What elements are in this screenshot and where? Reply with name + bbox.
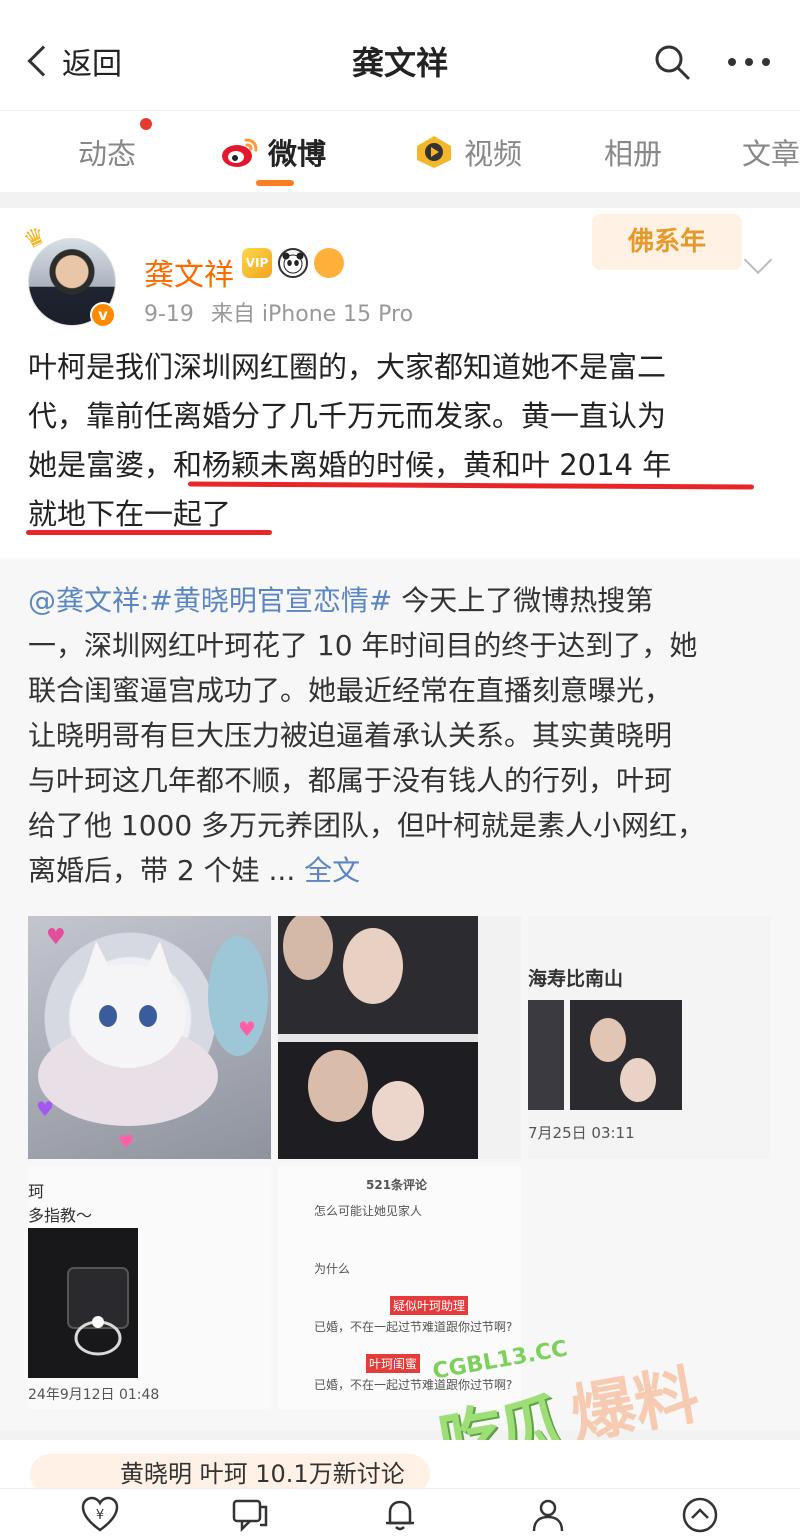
chevron-down-icon[interactable] [743,245,773,275]
active-tab-indicator [256,180,294,186]
repost-line-text: 离婚后，带 2 个娃 ... [28,854,305,887]
author-name[interactable]: 龚文祥 [144,250,234,294]
tab-label: 视频 [464,137,523,171]
comment-text: 已婚，不在一起过节难道跟你过节啊? [314,1320,513,1334]
couple-photo-illustration [278,916,521,1159]
profile-icon[interactable] [530,1495,570,1535]
comments-title: 521条评论 [366,1178,428,1192]
scroll-top-icon[interactable] [680,1495,720,1535]
ring-box-illustration [28,1228,138,1378]
user-badges: VIP [242,248,344,278]
svg-text:♥: ♥ [118,1132,134,1153]
tab-album[interactable]: 相册 [604,131,662,173]
weibo-logo-icon [222,138,258,167]
post-date: 9-19 [144,302,194,327]
image-date: 7月25日 03:11 [528,1124,635,1142]
bottom-toolbar: ¥ [0,1488,800,1538]
avatar[interactable]: ♛ v [19,221,116,328]
search-icon[interactable] [652,42,692,82]
image-ring-post[interactable]: 珂 多指教～ 24年9月12日 01:48 [28,1166,271,1409]
repost-mention-link[interactable]: @龚文祥:#黄晓明官宣恋情# [28,584,392,617]
repost-line: 给了他 1000 多万元养团队，但叶柯就是素人小网红， [28,809,706,842]
notification-dot [140,118,152,130]
notification-bell-icon[interactable] [380,1495,420,1535]
top-navbar: 返回 龚文祥 [0,0,800,110]
image-birthday-post[interactable]: 海寿比南山 7月25日 03:11 [528,916,771,1159]
tab-articles[interactable]: 文章 [742,131,800,173]
tab-label: 文章 [742,137,800,171]
image-caption: 珂 [28,1182,45,1201]
post-line: 代，靠前任离婚分了几千万元而发家。黄一直认为 [28,399,667,433]
svg-text:♥: ♥ [238,1017,256,1041]
repost-line-text: 今天上了微博热搜第 [392,584,654,617]
more-icon[interactable] [724,42,774,82]
repost-line: @龚文祥:#黄晓明官宣恋情# 今天上了微博热搜第 [28,578,776,623]
repost-line: 让晓明哥有巨大压力被迫逼着承认关系。其实黄晓明 [28,719,673,752]
tab-label: 微博 [268,137,327,171]
post-line: 叶柯是我们深圳网红圈的，大家都知道她不是富二 [28,350,667,384]
next-post-card[interactable]: 黄晓明 叶珂 10.1万新讨论 [0,1440,800,1490]
post-source: 来自 iPhone 15 Pro [210,302,414,327]
topic-pill[interactable]: 黄晓明 叶珂 10.1万新讨论 [30,1454,430,1490]
tab-label: 动态 [78,137,137,171]
image-date: 24年9月12日 01:48 [28,1387,160,1403]
tab-weibo[interactable]: 微博 [220,131,326,173]
image-couple-photos[interactable] [278,916,521,1159]
red-underline [26,530,272,535]
photo-strip-illustration [528,1000,682,1110]
comment-text: 怎么可能让她见家人 [314,1204,423,1218]
verified-icon: v [90,302,116,328]
video-icon [417,136,451,168]
profile-tabs: 动态 微博 视频 相册 文章 [0,110,800,192]
post-meta: 9-19 来自 iPhone 15 Pro [144,296,413,328]
repost-line: 一，深圳网红叶珂花了 10 年时间目的终于达到了，她 [28,629,698,662]
tab-video[interactable]: 视频 [414,131,522,173]
repost-line: 联合闺蜜逼宫成功了。她最近经常在直播刻意曝光， [28,674,673,707]
repost-line: 与叶珂这几年都不顺，都属于没有钱人的行列，叶珂 [28,764,673,797]
weibo-profile-page: 返回 龚文祥 动态 微博 视频 相册 文章 ♛ v 龚文祥 VIP 9-19 来… [0,0,800,1538]
image-caption: 多指教～ [28,1206,93,1225]
tab-dynamics[interactable]: 动态 [78,131,136,173]
sticker-decoration: 佛系年 [592,214,742,270]
post-card: ♛ v 龚文祥 VIP 9-19 来自 iPhone 15 Pro 佛系年 叶柯… [0,208,800,1430]
repost-block[interactable]: @龚文祥:#黄晓明官宣恋情# 今天上了微博热搜第 一，深圳网红叶珂花了 10 年… [0,558,800,1430]
svg-text:♥: ♥ [36,1097,54,1121]
svg-text:¥: ¥ [96,1508,104,1523]
panda-badge-icon[interactable] [278,248,308,278]
image-cake[interactable]: ♥ ♥ ♥ ♥ [28,916,271,1159]
svg-text:♥: ♥ [46,925,66,950]
tab-label: 相册 [604,137,663,171]
image-caption: 海寿比南山 [528,968,624,990]
post-body: 叶柯是我们深圳网红圈的，大家都知道她不是富二 代，靠前任离婚分了几千万元而发家。… [28,343,772,539]
full-text-link[interactable]: 全文 [304,854,360,887]
tip-heart-icon[interactable]: ¥ [80,1495,120,1535]
message-icon[interactable] [230,1495,270,1535]
fish-badge-icon[interactable] [314,248,344,278]
vip-badge-icon[interactable]: VIP [242,248,272,278]
comment-tag: 叶珂闺蜜 [366,1354,421,1373]
cake-illustration: ♥ ♥ ♥ ♥ [36,925,268,1153]
comment-text: 为什么 [314,1262,351,1276]
comment-tag: 疑似叶珂助理 [390,1296,469,1315]
repost-body: @龚文祥:#黄晓明官宣恋情# 今天上了微博热搜第 一，深圳网红叶珂花了 10 年… [28,578,776,893]
repost-line: 离婚后，带 2 个娃 ... 全文 [28,848,776,893]
